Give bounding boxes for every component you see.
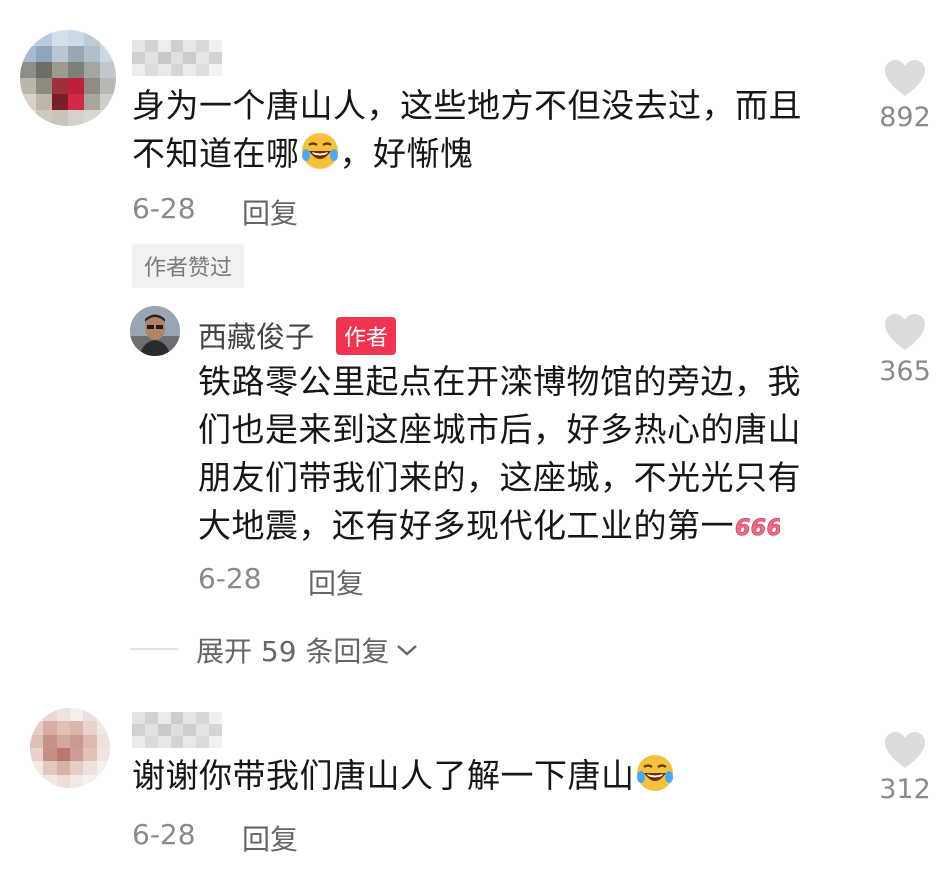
like-count: 365 [879, 356, 931, 387]
like-button[interactable]: 312 [870, 730, 940, 805]
reply-date: 6-28 [198, 562, 262, 595]
author-avatar[interactable] [130, 306, 180, 356]
comment-date: 6-28 [132, 818, 196, 851]
comment-text-line2: 不知道在哪 ，好惭愧 [132, 130, 852, 178]
like-button[interactable]: 892 [870, 58, 940, 133]
avatar[interactable] [30, 708, 110, 788]
comment-text-segment: 谢谢你带我们唐山人了解一下唐山 [132, 756, 635, 795]
reply-button[interactable]: 回复 [242, 192, 298, 232]
avatar[interactable] [20, 30, 116, 126]
expand-replies-label: 展开 59 条回复 [196, 635, 390, 668]
like-count: 312 [879, 774, 931, 805]
expand-divider [130, 648, 178, 650]
heart-icon [885, 314, 925, 350]
laughing-tears-emoji-icon [301, 133, 338, 169]
chevron-down-icon [397, 645, 418, 656]
laughing-tears-emoji-icon [636, 755, 673, 791]
svg-text:666: 666 [735, 516, 780, 541]
reply-button[interactable]: 回复 [308, 562, 364, 602]
author-liked-tag: 作者赞过 [132, 244, 245, 288]
comment-text-segment: 不知道在哪 [132, 134, 300, 173]
like-count: 892 [879, 102, 931, 133]
comment-text-segment: ，好惭愧 [339, 134, 474, 173]
reply-text-line2: 们也是来到这座城市后，好多热心的唐山 [198, 410, 801, 449]
author-badge: 作者 [336, 317, 397, 355]
expand-replies-button[interactable]: 展开 59 条回复 [196, 630, 421, 670]
comment-text-line1: 身为一个唐山人，这些地方不但没去过，而且 [132, 86, 802, 125]
heart-icon [885, 60, 925, 96]
comment-date: 6-28 [132, 192, 196, 225]
reply-text-line1: 铁路零公里起点在开滦博物馆的旁边，我 [198, 362, 801, 401]
reply-text-segment: 大地震，还有好多现代化工业的第一 [198, 506, 734, 545]
666-badge-icon: 666 [735, 516, 780, 541]
reply-text-line4: 大地震，还有好多现代化工业的第一 666 [198, 502, 858, 550]
reply-text: 铁路零公里起点在开滦博物馆的旁边，我 们也是来到这座城市后，好多热心的唐山 朋友… [198, 358, 858, 550]
comment-text: 谢谢你带我们唐山人了解一下唐山 [132, 752, 852, 800]
author-avatar-image [130, 306, 180, 356]
username-blurred[interactable] [132, 712, 222, 748]
username-blurred[interactable] [132, 40, 222, 76]
heart-icon [885, 732, 925, 768]
reply-button[interactable]: 回复 [242, 818, 298, 858]
comment-text: 身为一个唐山人，这些地方不但没去过，而且 不知道在哪 ，好惭愧 [132, 82, 852, 178]
like-button[interactable]: 365 [870, 312, 940, 387]
reply-text-line3: 朋友们带我们来的，这座城，不光光只有 [198, 458, 801, 497]
author-name[interactable]: 西藏俊子 [198, 314, 314, 356]
